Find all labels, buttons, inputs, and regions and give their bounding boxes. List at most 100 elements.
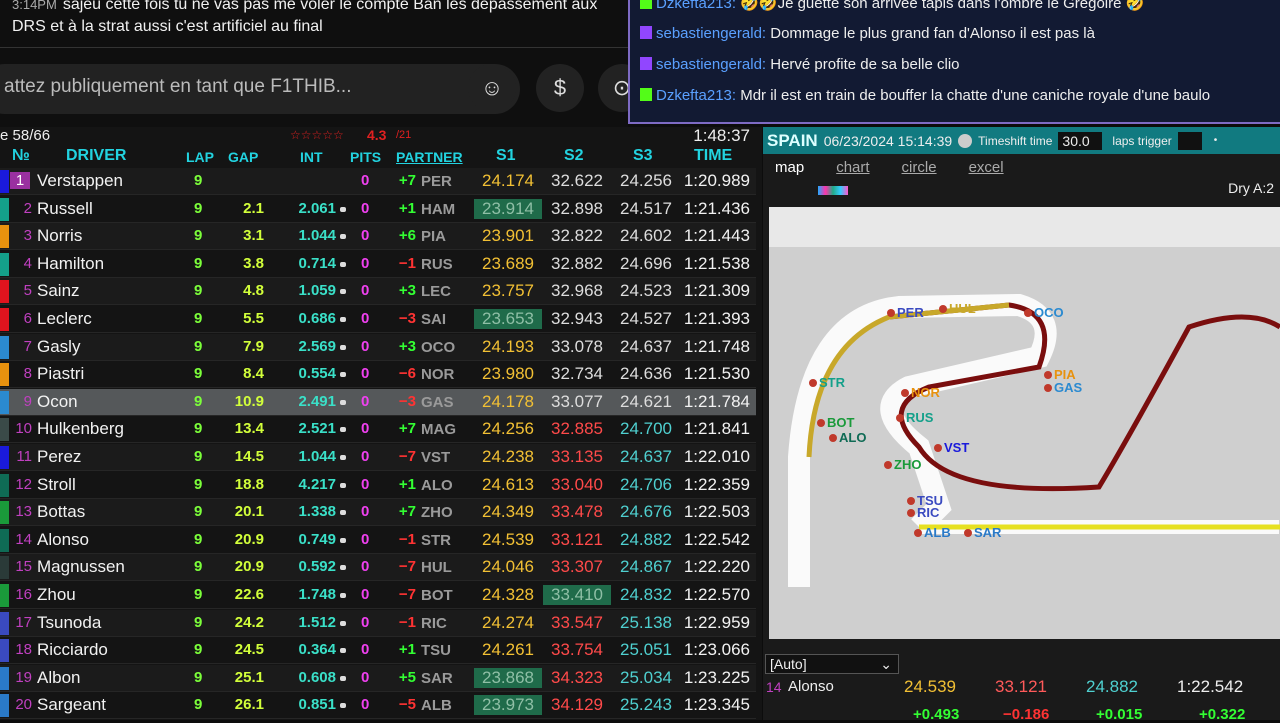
table-row[interactable]: 18 Ricciardo 9 24.5 0.364 0 +1 TSU 24.26… bbox=[0, 637, 756, 665]
twitch-badge-icon bbox=[640, 57, 652, 70]
gap: 20.1 bbox=[234, 503, 264, 521]
pits: 0 bbox=[361, 365, 370, 383]
chat-text: 🤣🤣Je guette son arrivée tapis dans l'omb… bbox=[740, 0, 1145, 12]
dot-icon bbox=[340, 537, 346, 543]
table-row[interactable]: 7 Gasly 9 7.9 2.569 0 +3 OCO 24.193 33.0… bbox=[0, 333, 756, 361]
clock-icon[interactable] bbox=[958, 133, 973, 148]
lap-time: 1:21.393 bbox=[683, 309, 750, 328]
table-row[interactable]: 3 Norris 9 3.1 1.044 0 +6 PIA 23.901 32.… bbox=[0, 223, 756, 251]
gap: 14.5 bbox=[234, 448, 264, 465]
driver-name: Gasly bbox=[37, 336, 81, 356]
table-row[interactable]: 19 Albon 9 25.1 0.608 0 +5 SAR 23.868 34… bbox=[0, 664, 756, 692]
car-label: PER bbox=[897, 305, 924, 320]
table-row[interactable]: 6 Leclerc 9 5.5 0.686 0 −3 SAI 23.653 32… bbox=[0, 306, 756, 333]
table-row[interactable]: 2 Russell 9 2.1 2.061 0 +1 HAM 23.914 32… bbox=[0, 196, 756, 223]
pits: 0 bbox=[361, 310, 370, 327]
kick-badge-icon bbox=[640, 0, 652, 9]
divider bbox=[0, 47, 628, 48]
lap: 9 bbox=[194, 254, 203, 272]
driver-select[interactable]: [Auto] ⌄ bbox=[765, 654, 899, 674]
laps-trigger-input[interactable] bbox=[1177, 131, 1202, 150]
sector-3: 24.882 bbox=[620, 529, 672, 549]
table-row[interactable]: 13 Bottas 9 20.1 1.338 0 +7 ZHO 24.349 3… bbox=[0, 499, 756, 527]
lap-time: 1:22.359 bbox=[683, 474, 750, 494]
chat-username[interactable]: Dzkefta213: bbox=[656, 0, 736, 12]
car-marker bbox=[809, 379, 817, 387]
delta-time: +0.322 bbox=[1199, 706, 1246, 723]
chat-username[interactable]: sebastiengerald: bbox=[656, 56, 766, 73]
driver-name: Sargeant bbox=[37, 695, 106, 715]
position: 16 bbox=[15, 586, 32, 603]
header-partner-link[interactable]: PARTNER bbox=[396, 149, 463, 165]
sector-3: 24.517 bbox=[620, 198, 672, 218]
position: 3 bbox=[23, 227, 32, 245]
pits: 0 bbox=[361, 475, 370, 493]
partner-code: ALO bbox=[421, 476, 453, 494]
pits: 0 bbox=[361, 641, 370, 659]
car-marker bbox=[1024, 309, 1032, 317]
lap: 9 bbox=[194, 282, 203, 300]
tab-circle[interactable]: circle bbox=[902, 159, 937, 176]
chat-input[interactable]: attez publiquement en tant que F1THIB... bbox=[0, 64, 520, 114]
dot-icon bbox=[340, 206, 346, 212]
table-row[interactable]: 4 Hamilton 9 3.8 0.714 0 −1 RUS 23.689 3… bbox=[0, 251, 756, 278]
chat-username[interactable]: sebastiengerald: bbox=[656, 25, 766, 42]
super-chat-icon[interactable]: $ bbox=[536, 64, 584, 112]
table-row[interactable]: 9 Ocon 9 10.9 2.491 0 −3 GAS 24.178 33.0… bbox=[0, 388, 756, 416]
position: 5 bbox=[23, 282, 32, 300]
table-row[interactable]: 8 Piastri 9 8.4 0.554 0 −6 NOR 23.980 32… bbox=[0, 361, 756, 389]
sector-1: 23.757 bbox=[482, 281, 534, 301]
team-color-bar bbox=[0, 252, 9, 276]
header-s2: S2 bbox=[564, 147, 584, 164]
table-row[interactable]: 12 Stroll 9 18.8 4.217 0 +1 ALO 24.613 3… bbox=[0, 472, 756, 499]
pits: 0 bbox=[361, 448, 370, 465]
interval: 0.686 bbox=[298, 310, 336, 327]
header-lap: LAP bbox=[186, 149, 214, 165]
table-row[interactable]: 5 Sainz 9 4.8 1.059 0 +3 LEC 23.757 32.9… bbox=[0, 278, 756, 306]
table-row[interactable]: 17 Tsunoda 9 24.2 1.512 0 −1 RIC 24.274 … bbox=[0, 609, 756, 637]
sector-3: 24.700 bbox=[620, 419, 672, 439]
sector-2: 32.885 bbox=[551, 419, 603, 439]
tab-excel[interactable]: excel bbox=[969, 159, 1004, 176]
tab-map[interactable]: map bbox=[775, 159, 804, 176]
partner-code: SAI bbox=[421, 311, 447, 328]
pits: 0 bbox=[361, 586, 370, 603]
table-row[interactable]: 11 Perez 9 14.5 1.044 0 −7 VST 24.238 33… bbox=[0, 444, 756, 471]
emoji-icon[interactable]: ☺ bbox=[468, 64, 516, 112]
table-row[interactable]: 14 Alonso 9 20.9 0.749 0 −1 STR 24.539 3… bbox=[0, 527, 756, 554]
partner-code: PER bbox=[421, 173, 452, 190]
position: 6 bbox=[23, 310, 32, 327]
car-label: HUL bbox=[949, 301, 976, 316]
summary-s2: 33.121 bbox=[995, 677, 1047, 696]
table-row[interactable]: 16 Zhou 9 22.6 1.748 0 −7 BOT 24.328 33.… bbox=[0, 582, 756, 609]
lap: 9 bbox=[194, 696, 203, 714]
car-marker bbox=[1044, 384, 1052, 392]
lap-time: 1:23.345 bbox=[683, 695, 750, 715]
pits: 0 bbox=[361, 613, 370, 631]
dot-icon bbox=[340, 510, 346, 516]
table-row[interactable]: 20 Sargeant 9 26.1 0.851 0 −5 ALB 23.973… bbox=[0, 692, 756, 720]
lap: 9 bbox=[194, 558, 203, 576]
table-row[interactable]: 1 Verstappen 9 0 +7 PER 24.174 32.622 24… bbox=[0, 168, 756, 195]
partner-code: RIC bbox=[421, 614, 447, 632]
table-row[interactable]: 15 Magnussen 9 20.9 0.592 0 −7 HUL 24.04… bbox=[0, 554, 756, 582]
driver-name: Stroll bbox=[37, 474, 76, 494]
partner-delta: −7 bbox=[398, 448, 416, 465]
partner-delta: −3 bbox=[398, 392, 416, 410]
dot-icon bbox=[340, 455, 346, 460]
team-color-bar bbox=[0, 584, 9, 607]
table-row[interactable]: 10 Hulkenberg 9 13.4 2.521 0 +7 MAG 24.2… bbox=[0, 416, 756, 444]
team-color-bar bbox=[0, 170, 9, 193]
car-label: ALB bbox=[924, 525, 951, 540]
interval: 4.217 bbox=[298, 475, 336, 493]
lap-time: 1:23.066 bbox=[683, 640, 750, 660]
sector-3: 25.051 bbox=[620, 640, 672, 660]
timeshift-input[interactable]: 30.0 bbox=[1058, 131, 1103, 150]
header-pits: PITS bbox=[350, 149, 382, 165]
partner-code: ALB bbox=[421, 697, 452, 715]
partner-delta: +1 bbox=[398, 641, 416, 659]
chat-username[interactable]: Dzkefta213: bbox=[656, 87, 736, 104]
partner-code: MAG bbox=[421, 421, 456, 439]
track-panel: SPAIN 06/23/2024 15:14:39 Timeshift time… bbox=[763, 127, 1280, 723]
tab-chart[interactable]: chart bbox=[836, 159, 869, 176]
